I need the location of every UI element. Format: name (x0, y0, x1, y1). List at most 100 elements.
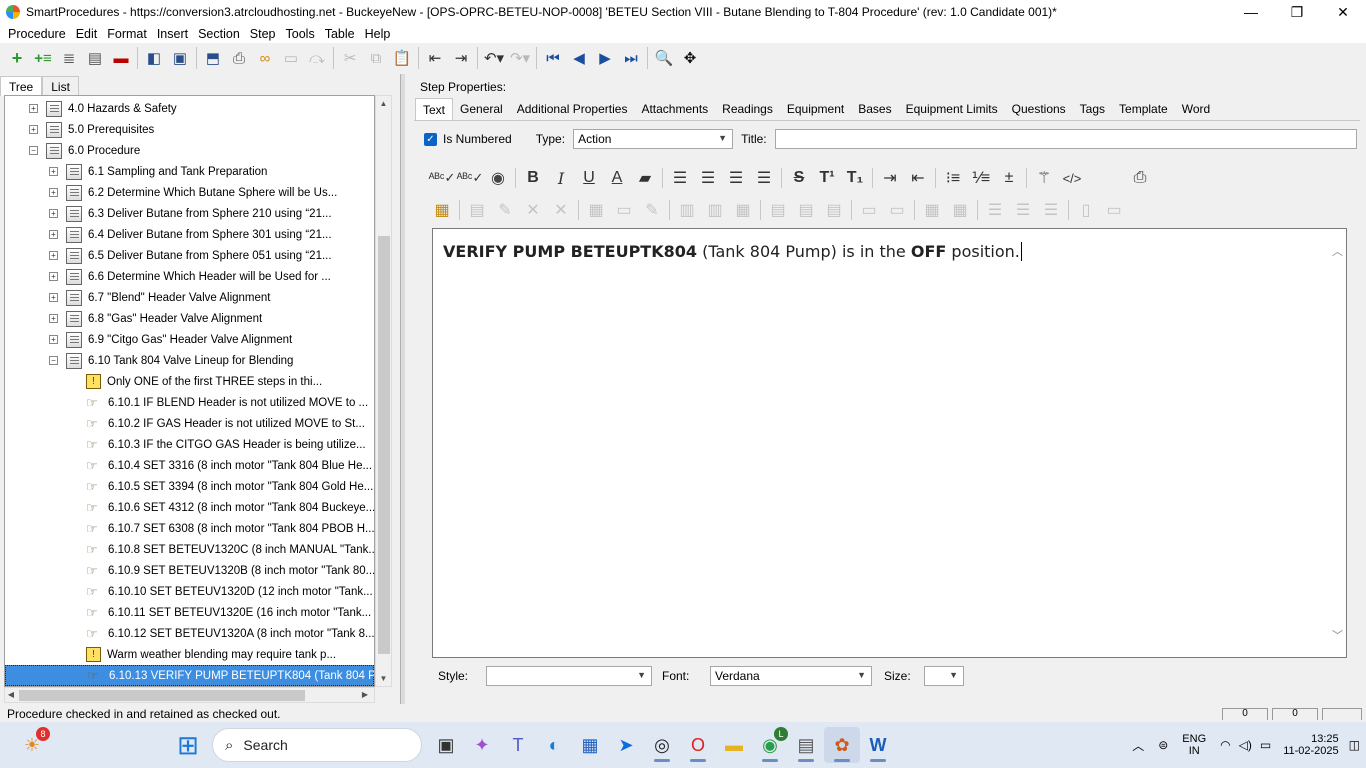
tab-general[interactable]: General (453, 98, 510, 120)
tree-item[interactable]: +6.1 Sampling and Tank Preparation (5, 161, 374, 182)
next-icon[interactable]: ▶ (592, 46, 618, 70)
list-edit-icon[interactable]: ▤ (82, 46, 108, 70)
word-icon[interactable]: W (860, 727, 896, 763)
network-status-icon[interactable]: ⊜ (1158, 738, 1168, 752)
horizontal-rule-icon[interactable]: ± (995, 166, 1023, 190)
tree-item[interactable]: +6.8 "Gas" Header Valve Alignment (5, 308, 374, 329)
menu-procedure[interactable]: Procedure (3, 27, 71, 41)
save-icon[interactable]: ▣ (167, 46, 193, 70)
smartprocedures-icon[interactable]: ✿ (824, 727, 860, 763)
redo-format-icon[interactable]: ⤼ (304, 46, 330, 70)
undo-icon[interactable]: ↶▾ (481, 46, 507, 70)
tree-item[interactable]: ☞ 6.10.6 SET 4312 (8 inch motor "Tank 804… (5, 497, 374, 518)
row-height-icon[interactable]: ▭ (1100, 198, 1128, 222)
expand-icon[interactable]: + (49, 314, 58, 323)
cell-align-2-icon[interactable]: ▦ (946, 198, 974, 222)
link-icon[interactable]: ∞ (252, 46, 278, 70)
tree-item[interactable]: +6.5 Deliver Butane from Sphere 051 usin… (5, 245, 374, 266)
decrease-indent-icon[interactable]: ⇤ (904, 166, 932, 190)
tree-item[interactable]: ! Warm weather blending may require tank … (5, 644, 374, 665)
paste-icon[interactable]: 📋 (389, 46, 415, 70)
window-icon[interactable]: ▭ (278, 46, 304, 70)
strikethrough-icon[interactable]: S (785, 166, 813, 190)
chevron-down-icon[interactable]: ﹀ (1332, 627, 1343, 643)
increase-indent-icon[interactable]: ⇥ (876, 166, 904, 190)
bold-icon[interactable]: B (519, 166, 547, 190)
table-draw-icon[interactable]: ✎ (491, 198, 519, 222)
col-left-icon[interactable]: ▥ (673, 198, 701, 222)
find-icon[interactable]: 🔍 (651, 46, 677, 70)
expand-icon[interactable]: + (49, 167, 58, 176)
taskbar-search[interactable]: ⌕ Search (212, 728, 422, 762)
tab-readings[interactable]: Readings (715, 98, 780, 120)
minimize-button[interactable]: — (1228, 0, 1274, 24)
expand-icon[interactable]: + (49, 188, 58, 197)
superscript-icon[interactable]: T¹ (813, 166, 841, 190)
notifications-icon[interactable]: ◫ (1349, 738, 1360, 752)
tree-item[interactable]: +6.9 "Citgo Gas" Header Valve Alignment (5, 329, 374, 350)
title-input[interactable] (774, 129, 1357, 149)
tree-vertical-scrollbar[interactable]: ▲ ▼ (375, 95, 392, 687)
menu-tools[interactable]: Tools (281, 27, 320, 41)
align-right-icon[interactable]: ☰ (722, 166, 750, 190)
cell-pen-icon[interactable]: ✎ (638, 198, 666, 222)
scroll-left-icon[interactable]: ◀ (5, 688, 17, 702)
store-icon[interactable]: ▦ (572, 727, 608, 763)
tab-attachments[interactable]: Attachments (634, 98, 715, 120)
expand-icon[interactable]: + (49, 272, 58, 281)
tab-tree[interactable]: Tree (0, 76, 43, 96)
tree-item[interactable]: ☞ 6.10.3 IF the CITGO GAS Header is being… (5, 434, 374, 455)
volume-icon[interactable]: ◁) (1239, 738, 1252, 752)
move-icon[interactable]: ✥ (677, 46, 703, 70)
delete-icon[interactable]: ▬ (108, 46, 134, 70)
copy-icon[interactable]: ⧉ (363, 46, 389, 70)
print-icon[interactable]: ⎙ (226, 46, 252, 70)
expand-icon[interactable]: + (49, 209, 58, 218)
numbered-list-icon[interactable]: ⅟≡ (967, 166, 995, 190)
justify-icon[interactable]: ☰ (750, 166, 778, 190)
tree-hscroll-thumb[interactable] (19, 690, 305, 701)
clock[interactable]: 13:25 11-02-2025 (1283, 733, 1338, 757)
cell-icon[interactable]: ▦ (582, 198, 610, 222)
tree-item[interactable]: ☞ 6.10.13 VERIFY PUMP BETEUPTK804 (Tank 8… (5, 665, 374, 686)
col-delete-icon[interactable]: ▦ (729, 198, 757, 222)
underline-icon[interactable]: U (575, 166, 603, 190)
tab-word[interactable]: Word (1175, 98, 1217, 120)
chrome-icon[interactable]: ◉ L (752, 727, 788, 763)
style-select[interactable]: ▼ (486, 666, 652, 686)
menu-table[interactable]: Table (320, 27, 360, 41)
edge-icon[interactable]: ◐ (536, 727, 572, 763)
tab-bases[interactable]: Bases (851, 98, 898, 120)
tab-equipment[interactable]: Equipment (780, 98, 851, 120)
expand-icon[interactable]: + (49, 335, 58, 344)
type-select[interactable]: Action ▼ (573, 129, 734, 149)
open-icon[interactable]: ◧ (141, 46, 167, 70)
teams-icon[interactable]: T (500, 727, 536, 763)
checkin-icon[interactable]: ⬒ (200, 46, 226, 70)
expand-icon[interactable]: + (49, 293, 58, 302)
italic-icon[interactable]: I (547, 166, 575, 190)
spellcheck-icon[interactable]: ᴬᴮᶜ✓ (428, 166, 456, 190)
task-view-icon[interactable]: ▣ (428, 727, 464, 763)
tab-list[interactable]: List (42, 76, 79, 96)
list-icon[interactable]: ≣ (56, 46, 82, 70)
tree-item[interactable]: ☞ 6.10.4 SET 3316 (8 inch motor "Tank 804… (5, 455, 374, 476)
valign-top-icon[interactable]: ☰ (981, 198, 1009, 222)
tab-tags[interactable]: Tags (1073, 98, 1112, 120)
start-icon[interactable]: ⊞ (170, 727, 206, 763)
menu-step[interactable]: Step (245, 27, 281, 41)
menu-insert[interactable]: Insert (152, 27, 193, 41)
tree-item[interactable]: +6.2 Determine Which Butane Sphere will … (5, 182, 374, 203)
panel-splitter[interactable] (400, 74, 405, 704)
last-icon[interactable]: ⏭ (618, 46, 644, 70)
language-indicator[interactable]: ENG IN (1182, 733, 1206, 757)
add-step-icon[interactable]: +≡ (30, 46, 56, 70)
tab-text[interactable]: Text (415, 98, 454, 120)
file-explorer-icon[interactable]: ▬ (716, 727, 752, 763)
step-text-editor[interactable]: VERIFY PUMP BETEUPTK804 (Tank 804 Pump) … (432, 228, 1347, 658)
subscript-icon[interactable]: T₁ (841, 166, 869, 190)
tree-item[interactable]: ☞ 6.10.12 SET BETEUV1320A (8 inch motor "… (5, 623, 374, 644)
magic-wand-icon[interactable]: ⚚ (1030, 166, 1058, 190)
tab-additional-properties[interactable]: Additional Properties (510, 98, 635, 120)
table-erase-icon[interactable]: ✕ (547, 198, 575, 222)
